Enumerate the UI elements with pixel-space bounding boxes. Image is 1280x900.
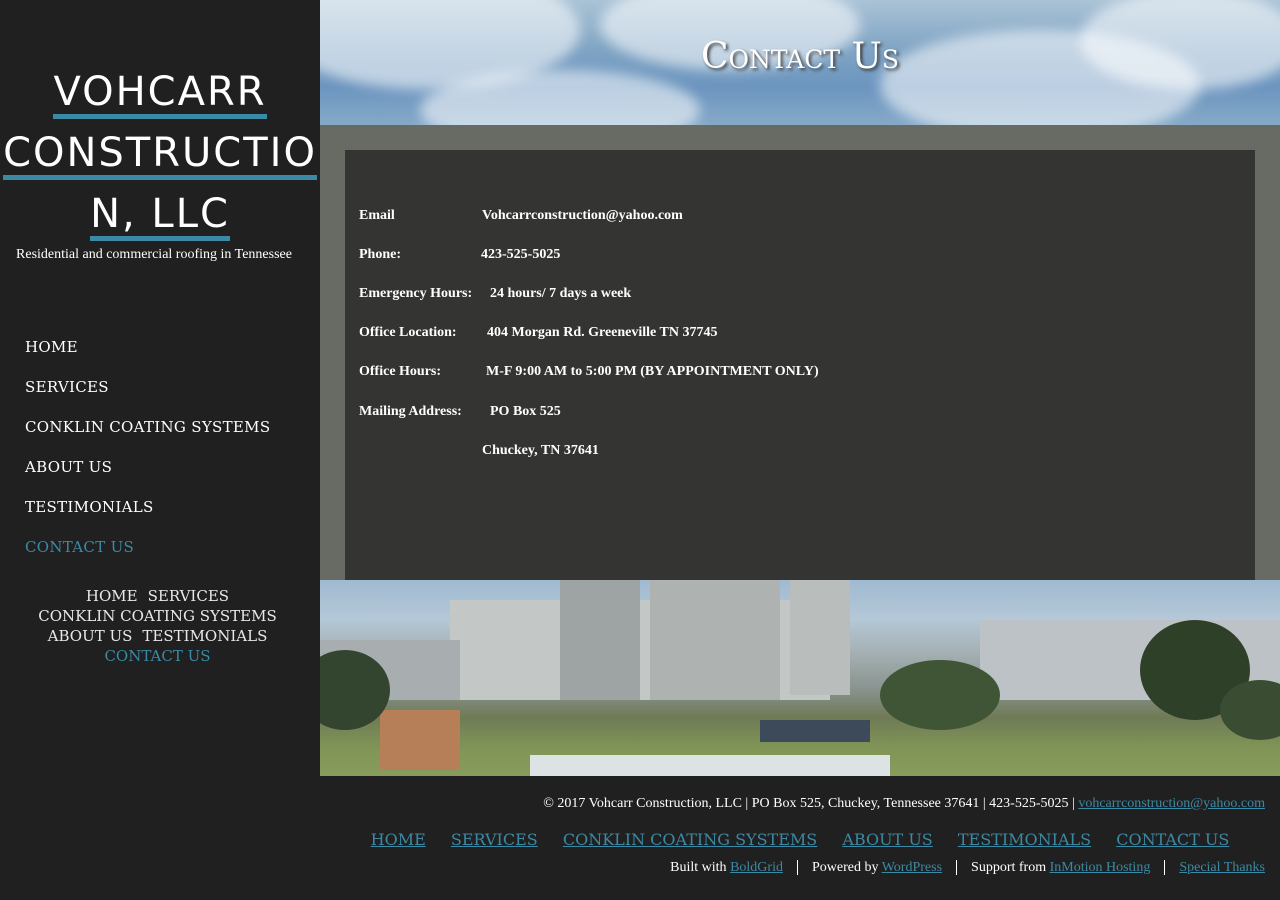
footer-nav-about[interactable]: ABOUT US (842, 830, 932, 849)
mailing-label: Mailing Address: (359, 404, 462, 419)
wordpress-link[interactable]: WordPress (882, 860, 942, 875)
mini-nav-services[interactable]: SERVICES (148, 587, 229, 605)
hours-value: M-F 9:00 AM to 5:00 PM (BY APPOINTMENT O… (486, 364, 819, 379)
footer-nav-contact[interactable]: CONTACT US (1116, 830, 1229, 849)
mini-nav-about[interactable]: ABOUT US (48, 627, 133, 645)
office-value: 404 Morgan Rd. Greeneville TN 37745 (487, 325, 718, 340)
phone-label: Phone: (359, 247, 401, 262)
site-photo (320, 580, 1280, 776)
site-tagline: Residential and commercial roofing in Te… (16, 247, 292, 262)
nav-conklin[interactable]: CONKLIN COATING SYSTEMS (25, 416, 270, 456)
hours-label: Office Hours: (359, 364, 442, 379)
emergency-value: 24 hours/ 7 days a week (490, 286, 632, 301)
nav-about[interactable]: ABOUT US (25, 456, 270, 496)
footer-nav-home[interactable]: HOME (371, 830, 426, 849)
footer-nav-services[interactable]: SERVICES (451, 830, 538, 849)
mailing-value-2: Chuckey, TN 37641 (482, 443, 599, 458)
footer-copyright: © 2017 Vohcarr Construction, LLC | PO Bo… (543, 796, 1265, 812)
page-header-banner: Contact Us (320, 0, 1280, 125)
nav-testimonials[interactable]: TESTIMONIALS (25, 496, 270, 536)
logo-line-3: N, LLC (90, 192, 230, 241)
logo-line-1: VOHCARR (53, 70, 267, 119)
mini-nav-contact[interactable]: CONTACT US (104, 647, 210, 665)
mini-nav-conklin[interactable]: CONKLIN COATING SYSTEMS (38, 607, 277, 625)
page-title: Contact Us (701, 36, 899, 77)
footer-credits: Built with BoldGrid Powered by WordPress S… (656, 860, 1265, 876)
footer-nav: HOME SERVICES CONKLIN COATING SYSTEMS AB… (320, 830, 1280, 849)
office-label: Office Location: (359, 325, 457, 340)
secondary-nav: HOME SERVICES CONKLIN COATING SYSTEMS ABO… (0, 586, 315, 666)
special-thanks-link[interactable]: Special Thanks (1179, 860, 1265, 875)
mini-nav-testimonials[interactable]: TESTIMONIALS (142, 627, 267, 645)
footer-nav-conklin[interactable]: CONKLIN COATING SYSTEMS (563, 830, 817, 849)
inmotion-link[interactable]: InMotion Hosting (1050, 860, 1151, 875)
site-logo[interactable]: VOHCARR CONSTRUCTIO N, LLC (0, 70, 320, 253)
sidebar: VOHCARR CONSTRUCTIO N, LLC Residential a… (0, 0, 320, 776)
email-value: Vohcarrconstruction@yahoo.com (482, 208, 683, 223)
site-footer: © 2017 Vohcarr Construction, LLC | PO Bo… (320, 776, 1280, 900)
support-text: Support from (971, 860, 1047, 875)
powered-text: Powered by (811, 860, 879, 875)
footer-nav-testimonials[interactable]: TESTIMONIALS (958, 830, 1091, 849)
phone-value: 423-525-5025 (481, 247, 561, 262)
emergency-label: Emergency Hours: (359, 286, 473, 301)
logo-line-2: CONSTRUCTIO (3, 131, 317, 180)
email-label: Email (359, 208, 395, 223)
nav-contact[interactable]: CONTACT US (25, 536, 270, 576)
nav-services[interactable]: SERVICES (25, 376, 270, 416)
main-nav: HOME SERVICES CONKLIN COATING SYSTEMS AB… (25, 336, 270, 576)
built-text: Built with (670, 860, 727, 875)
footer-email-link[interactable]: vohcarrconstruction@yahoo.com (1078, 796, 1265, 811)
boldgrid-link[interactable]: BoldGrid (730, 860, 783, 875)
mini-nav-home[interactable]: HOME (86, 587, 138, 605)
nav-home[interactable]: HOME (25, 336, 270, 376)
copyright-text: © 2017 Vohcarr Construction, LLC | PO Bo… (543, 796, 1075, 811)
mailing-value-1: PO Box 525 (490, 404, 561, 419)
